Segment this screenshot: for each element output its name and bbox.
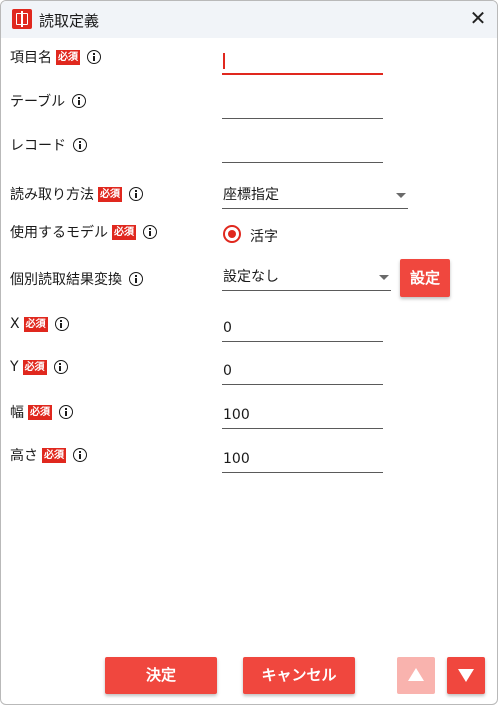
arrow-up-icon	[408, 668, 424, 681]
y-label-text: Y	[10, 359, 19, 375]
height-label: 高さ 必須	[10, 445, 87, 465]
item-name-input[interactable]	[222, 49, 383, 75]
conversion-label: 個別読取結果変換	[10, 269, 143, 289]
model-radio-label[interactable]: 活字	[250, 226, 278, 246]
conversion-value: 設定なし	[223, 269, 279, 285]
record-label: レコード	[10, 135, 87, 155]
ok-button[interactable]: 決定	[105, 657, 217, 694]
width-label-text: 幅	[10, 405, 24, 421]
move-down-button[interactable]	[447, 657, 485, 694]
x-input[interactable]: 0	[222, 316, 383, 342]
info-icon[interactable]	[143, 225, 157, 239]
record-input[interactable]	[222, 137, 383, 163]
read-method-label: 読み取り方法 必須	[10, 184, 143, 204]
info-icon[interactable]	[129, 187, 143, 201]
info-icon[interactable]	[87, 50, 101, 64]
info-icon[interactable]	[73, 448, 87, 462]
conversion-label-text: 個別読取結果変換	[10, 272, 122, 288]
required-badge: 必須	[56, 49, 80, 65]
table-input[interactable]	[222, 93, 383, 119]
close-icon[interactable]: ✕	[467, 7, 489, 29]
table-label-text: テーブル	[10, 94, 66, 110]
width-label: 幅 必須	[10, 402, 73, 422]
required-badge: 必須	[22, 359, 47, 375]
info-icon[interactable]	[72, 94, 87, 108]
info-icon[interactable]	[73, 138, 87, 152]
dialog-window: 読取定義 ✕ 項目名 必須 テーブル レコード 読み取り方法 必須 座標指定 使…	[0, 0, 498, 705]
required-badge: 必須	[112, 224, 136, 240]
item-name-label: 項目名 必須	[10, 47, 101, 67]
item-name-label-text: 項目名	[10, 50, 52, 66]
required-badge: 必須	[28, 404, 52, 420]
width-input[interactable]: 100	[222, 403, 383, 429]
height-label-text: 高さ	[10, 448, 38, 464]
info-icon[interactable]	[129, 272, 143, 286]
title-bar: 読取定義 ✕	[1, 1, 497, 38]
app-logo-icon	[12, 9, 32, 29]
window-title: 読取定義	[39, 12, 100, 30]
height-input[interactable]: 100	[222, 447, 383, 473]
y-label: Y 必須	[10, 359, 68, 375]
dropdown-arrow-icon	[379, 275, 389, 280]
conversion-select[interactable]: 設定なし	[222, 265, 391, 291]
read-method-value: 座標指定	[223, 187, 279, 203]
arrow-down-icon	[458, 669, 474, 682]
move-up-button[interactable]	[397, 657, 435, 694]
x-label: X 必須	[10, 316, 69, 332]
model-label-text: 使用するモデル	[10, 225, 108, 241]
text-caret	[223, 53, 225, 69]
read-method-label-text: 読み取り方法	[10, 187, 94, 203]
info-icon[interactable]	[53, 360, 68, 374]
required-badge: 必須	[42, 447, 66, 463]
dropdown-arrow-icon	[396, 193, 406, 198]
conversion-settings-button[interactable]: 設定	[400, 259, 450, 297]
required-badge: 必須	[23, 316, 48, 332]
cancel-button[interactable]: キャンセル	[243, 657, 355, 694]
model-radio[interactable]	[223, 225, 241, 243]
x-label-text: X	[10, 316, 20, 332]
required-badge: 必須	[98, 186, 122, 202]
read-method-select[interactable]: 座標指定	[222, 183, 408, 209]
y-input[interactable]: 0	[222, 359, 383, 385]
info-icon[interactable]	[54, 317, 69, 331]
model-label: 使用するモデル 必須	[10, 222, 157, 242]
table-label: テーブル	[10, 91, 87, 111]
record-label-text: レコード	[10, 138, 66, 154]
info-icon[interactable]	[59, 405, 73, 419]
